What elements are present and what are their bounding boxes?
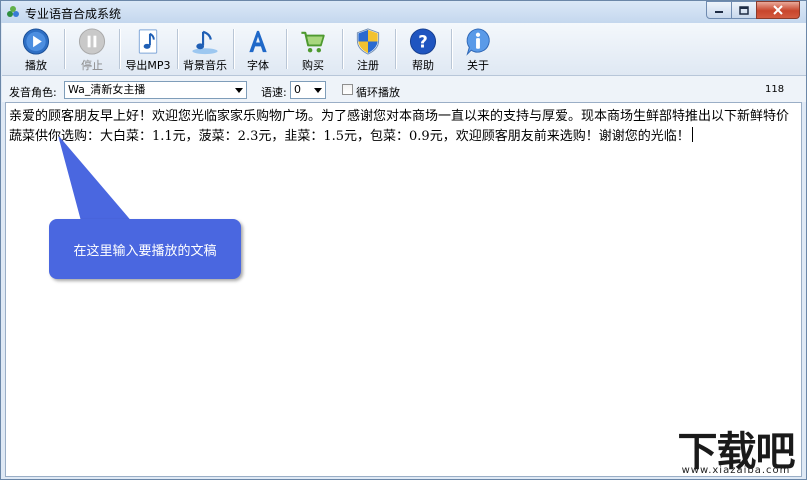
callout-tooltip: 在这里输入要播放的文稿 <box>49 219 241 279</box>
toolbar-label: 停止 <box>81 59 103 72</box>
loop-checkbox[interactable] <box>342 84 353 95</box>
chevron-down-icon <box>235 88 243 93</box>
toolbar-separator <box>342 29 343 69</box>
app-logo-icon <box>7 6 19 17</box>
pause-icon <box>78 28 106 55</box>
maximize-button[interactable] <box>731 1 757 19</box>
watermark-url: www.xiazaiba.com <box>681 465 791 476</box>
toolbar-label: 字体 <box>247 59 269 72</box>
toolbar-separator <box>286 29 287 69</box>
chevron-down-icon <box>314 88 322 93</box>
toolbar-label: 帮助 <box>412 59 434 72</box>
voice-select-value: Wa_清新女主播 <box>68 83 146 96</box>
svg-text:?: ? <box>418 32 428 51</box>
toolbar-separator <box>119 29 120 69</box>
play-button[interactable]: 播放 <box>14 25 58 73</box>
background-music-button[interactable]: 背景音乐 <box>180 25 230 73</box>
close-button[interactable] <box>756 1 800 19</box>
help-button[interactable]: ? 帮助 <box>402 25 444 73</box>
cart-icon <box>301 31 325 53</box>
toolbar-separator <box>233 29 234 69</box>
voice-select[interactable]: Wa_清新女主播 <box>64 81 247 99</box>
minimize-button[interactable] <box>706 1 732 19</box>
maximize-icon <box>739 5 749 15</box>
watermark-logo: 下载吧 www.xiazaiba.com <box>668 421 804 479</box>
toolbar: 播放 停止 导出MP3 背景音乐 字体 购买 注册 ? 帮助 关于 <box>2 23 806 76</box>
script-text-content: 亲爱的顾客朋友早上好！欢迎您光临家家乐购物广场。为了感谢您对本商场一直以来的支持… <box>9 109 790 144</box>
buy-button[interactable]: 购买 <box>293 25 333 73</box>
toolbar-separator <box>395 29 396 69</box>
toolbar-separator <box>177 29 178 69</box>
toolbar-separator <box>64 29 65 69</box>
help-icon: ? <box>409 28 437 55</box>
toolbar-label: 播放 <box>25 59 47 72</box>
stop-button[interactable]: 停止 <box>70 25 114 73</box>
toolbar-label: 导出MP3 <box>125 59 171 72</box>
voice-label: 发音角色: <box>9 86 57 99</box>
close-icon <box>773 5 783 15</box>
title-bar[interactable]: 专业语音合成系统 <box>1 1 806 23</box>
about-button[interactable]: 关于 <box>458 25 498 73</box>
window-title: 专业语音合成系统 <box>25 7 122 21</box>
minimize-icon <box>715 11 723 13</box>
options-bar: 发音角色: Wa_清新女主播 语速: 0 循环播放 118 <box>2 76 806 102</box>
loop-label[interactable]: 循环播放 <box>356 84 400 100</box>
toolbar-label: 购买 <box>302 59 324 72</box>
toolbar-label: 注册 <box>357 59 379 72</box>
register-button[interactable]: 注册 <box>348 25 388 73</box>
speed-select[interactable]: 0 <box>290 81 326 99</box>
window-controls <box>706 1 800 20</box>
toolbar-label: 背景音乐 <box>183 59 227 72</box>
export-mp3-button[interactable]: 导出MP3 <box>123 25 173 73</box>
speed-label: 语速: <box>261 86 287 99</box>
toolbar-separator <box>451 29 452 69</box>
info-icon <box>466 28 490 56</box>
font-icon <box>249 30 267 53</box>
play-icon <box>22 28 50 55</box>
speed-select-value: 0 <box>294 83 301 96</box>
callout-text: 在这里输入要播放的文稿 <box>73 243 217 259</box>
shield-icon <box>356 28 380 55</box>
app-window: 专业语音合成系统 播放 停止 导出MP3 背景音乐 字体 购买 注册 ? 帮助 … <box>0 0 807 480</box>
music-notes-icon <box>192 30 218 55</box>
toolbar-label: 关于 <box>467 59 489 72</box>
music-note-icon <box>138 29 158 54</box>
script-text[interactable]: 亲爱的顾客朋友早上好！欢迎您光临家家乐购物广场。为了感谢您对本商场一直以来的支持… <box>9 107 801 147</box>
char-count: 118 <box>765 84 785 95</box>
font-button[interactable]: 字体 <box>238 25 278 73</box>
text-caret <box>691 127 693 142</box>
